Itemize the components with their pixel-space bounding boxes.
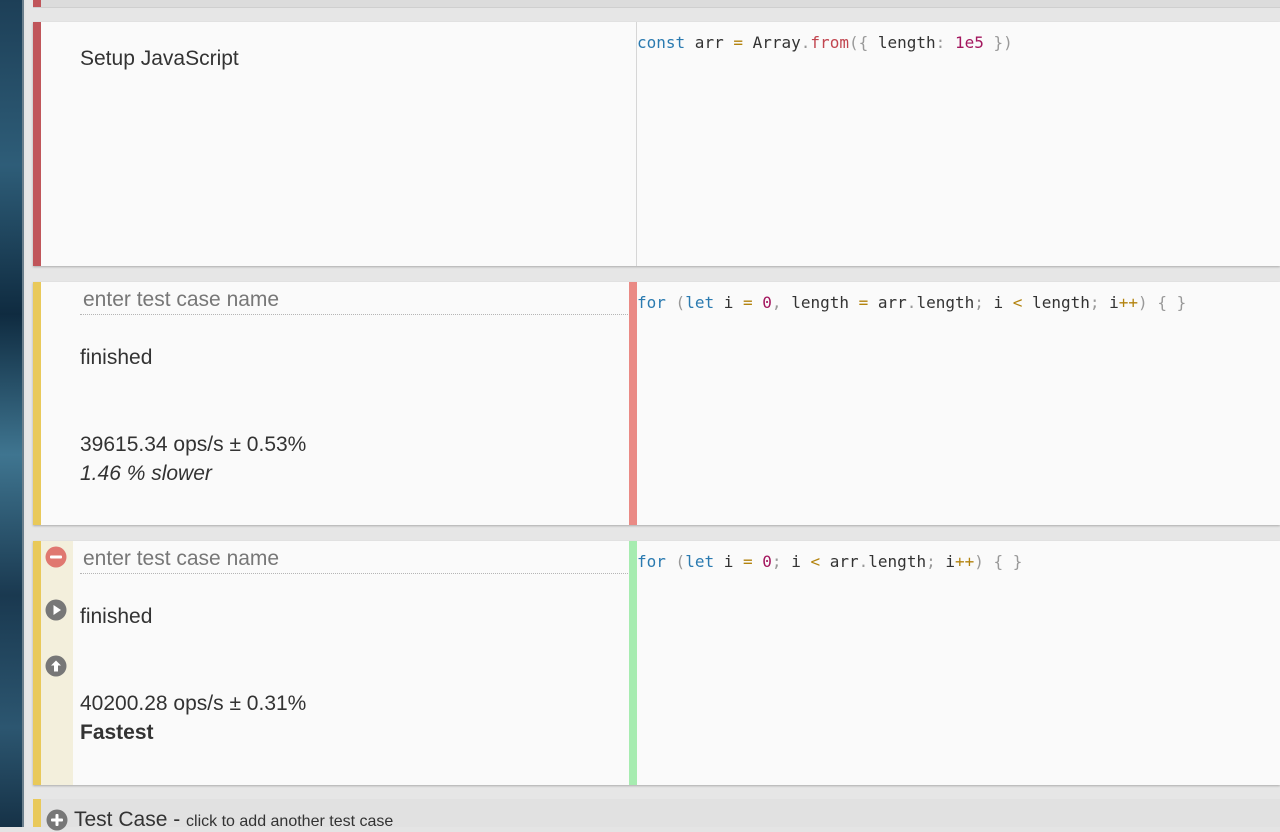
minus-circle-icon: [45, 546, 67, 568]
test-case-code[interactable]: for (let i = 0, length = arr.length; i <…: [637, 293, 1186, 312]
plus-circle-icon: [46, 809, 68, 831]
desktop-background: [0, 0, 24, 827]
setup-title: Setup JavaScript: [80, 47, 239, 70]
test-case-name-input[interactable]: [80, 285, 634, 315]
relative-speed: Fastest: [80, 721, 154, 744]
ops-result: 39615.34 ops/s ± 0.53%: [80, 433, 307, 456]
arrow-up-circle-icon: [45, 655, 67, 677]
test-status: finished: [80, 346, 153, 369]
ops-result: 40200.28 ops/s ± 0.31%: [80, 692, 307, 715]
test-case-accent-bar: [33, 541, 41, 785]
setup-code-editor[interactable]: const arr = Array.from({ length: 1e5 }): [636, 22, 1280, 266]
test-case-name-input[interactable]: [80, 544, 634, 574]
test-case-1: finished 39615.34 ops/s ± 0.53% 1.46 % s…: [33, 282, 1280, 525]
test-status: finished: [80, 605, 153, 628]
remove-test-case-button[interactable]: [45, 546, 67, 568]
test-case-code-editor[interactable]: for (let i = 0, length = arr.length; i <…: [629, 282, 1280, 525]
benchmark-app: Setup JavaScript const arr = Array.from(…: [26, 0, 1280, 831]
test-case-code-editor[interactable]: for (let i = 0; i < arr.length; i++) { }: [629, 541, 1280, 785]
add-test-case-dash: -: [167, 808, 187, 831]
move-test-case-up-button[interactable]: [45, 655, 67, 677]
setup-accent-bar: [33, 22, 41, 266]
add-test-case-label: Test Case: [74, 808, 168, 831]
test-case-2: finished 40200.28 ops/s ± 0.31% Fastest …: [33, 541, 1280, 785]
previous-section-edge: [33, 0, 1280, 8]
play-circle-icon: [45, 599, 67, 621]
setup-block: Setup JavaScript const arr = Array.from(…: [33, 22, 1280, 266]
add-test-case-button[interactable]: Test Case - click to add another test ca…: [33, 799, 1280, 831]
add-bar-accent: [33, 799, 41, 827]
add-test-case-hint: click to add another test case: [186, 813, 394, 830]
test-case-accent-bar: [33, 282, 41, 525]
test-case-code[interactable]: for (let i = 0; i < arr.length; i++) { }: [637, 552, 1022, 571]
run-test-case-button[interactable]: [45, 599, 67, 621]
slower-result-bar: [629, 282, 637, 525]
test-case-toolbar: [41, 541, 73, 785]
add-test-case-text: Test Case - click to add another test ca…: [74, 808, 393, 832]
fastest-result-bar: [629, 541, 637, 785]
setup-code[interactable]: const arr = Array.from({ length: 1e5 }): [637, 33, 1013, 52]
relative-speed: 1.46 % slower: [80, 462, 212, 485]
